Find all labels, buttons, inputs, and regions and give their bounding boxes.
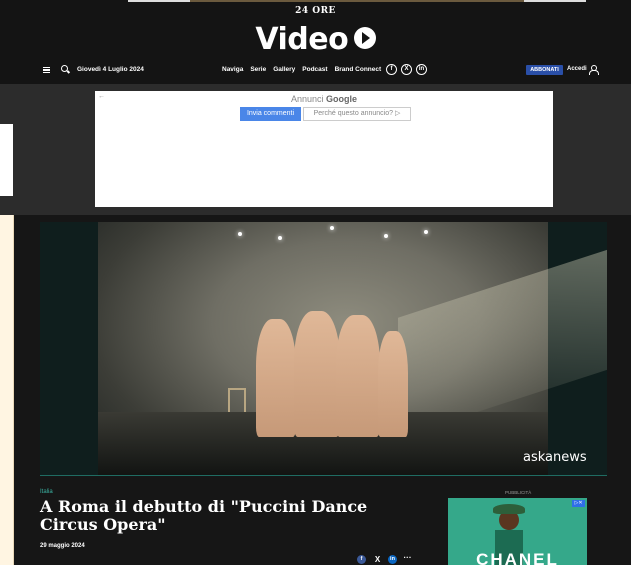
- stage-light: [384, 234, 388, 238]
- stage-light: [238, 232, 242, 236]
- facebook-icon[interactable]: f: [386, 64, 397, 75]
- ad-label: Annunci Google: [95, 94, 553, 104]
- top-ad-strip-right: [524, 0, 586, 2]
- stage-light: [424, 230, 428, 234]
- login-link[interactable]: Accedi: [567, 66, 587, 72]
- video-player[interactable]: askanews: [40, 222, 607, 475]
- ad-label-prefix: Annunci: [290, 94, 324, 104]
- user-icon[interactable]: [589, 65, 599, 75]
- stage-light-beam: [398, 246, 607, 438]
- video-frame: askanews: [98, 222, 607, 475]
- masthead-logo[interactable]: 24 ORE: [0, 6, 631, 16]
- dancer: [294, 311, 340, 437]
- play-icon: [353, 26, 376, 49]
- video-brand-logo[interactable]: Video: [0, 22, 631, 57]
- nav-item-brand-connect[interactable]: Brand Connect: [335, 66, 382, 73]
- ad-brand-logo: CHANEL: [476, 550, 559, 565]
- share-linkedin-icon[interactable]: in: [388, 555, 397, 564]
- side-ad-label: PUBBLICITÀ: [505, 490, 532, 495]
- article-category[interactable]: Italia: [40, 489, 53, 495]
- site-header: 24 ORE Video Giovedì 4 Luglio 2024 Navig…: [0, 0, 631, 84]
- dancer: [336, 315, 380, 437]
- search-icon[interactable]: [61, 65, 68, 72]
- nav-item-naviga[interactable]: Naviga: [222, 66, 243, 73]
- article-title: A Roma il debutto di "Puccini Dance Circ…: [40, 497, 368, 534]
- nav-item-serie[interactable]: Serie: [250, 66, 266, 73]
- left-sidebar: [0, 215, 14, 565]
- adchoices-icon[interactable]: ▷✕: [572, 500, 585, 507]
- nav-item-podcast[interactable]: Podcast: [302, 66, 327, 73]
- dancer: [378, 331, 408, 437]
- top-ad-strip: [190, 0, 524, 2]
- nav-item-gallery[interactable]: Gallery: [273, 66, 295, 73]
- google-ad-box: ← Annunci Google Invia commenti Perché q…: [95, 91, 553, 207]
- nav-bar: Giovedì 4 Luglio 2024 Naviga Serie Galle…: [0, 62, 631, 78]
- why-this-ad-button[interactable]: Perché questo annuncio? ▷: [303, 107, 411, 121]
- share-more-icon[interactable]: ···: [403, 554, 412, 564]
- share-facebook-icon[interactable]: f: [357, 555, 366, 564]
- share-x-icon[interactable]: X: [373, 555, 382, 564]
- dancer: [256, 319, 296, 437]
- askanews-watermark: askanews: [523, 450, 587, 465]
- x-icon[interactable]: X: [401, 64, 412, 75]
- menu-icon[interactable]: [43, 67, 50, 73]
- stage-light: [278, 236, 282, 240]
- subscribe-button[interactable]: ABBONATI: [526, 65, 563, 75]
- main-nav: Naviga Serie Gallery Podcast Brand Conne…: [222, 66, 381, 73]
- current-date: Giovedì 4 Luglio 2024: [77, 66, 144, 73]
- stage-light: [330, 226, 334, 230]
- brand-title: Video: [255, 22, 349, 57]
- model-hat: [493, 504, 525, 514]
- article-date: 29 maggio 2024: [40, 543, 85, 549]
- top-ad-strip-left: [128, 0, 190, 2]
- chanel-ad[interactable]: CHANEL: [448, 498, 587, 565]
- video-divider: [40, 475, 607, 476]
- linkedin-icon[interactable]: in: [416, 64, 427, 75]
- send-feedback-button[interactable]: Invia commenti: [240, 107, 301, 121]
- ad-label-brand: Google: [326, 94, 358, 104]
- left-side-panel: [0, 124, 13, 196]
- stage-chair: [228, 388, 246, 412]
